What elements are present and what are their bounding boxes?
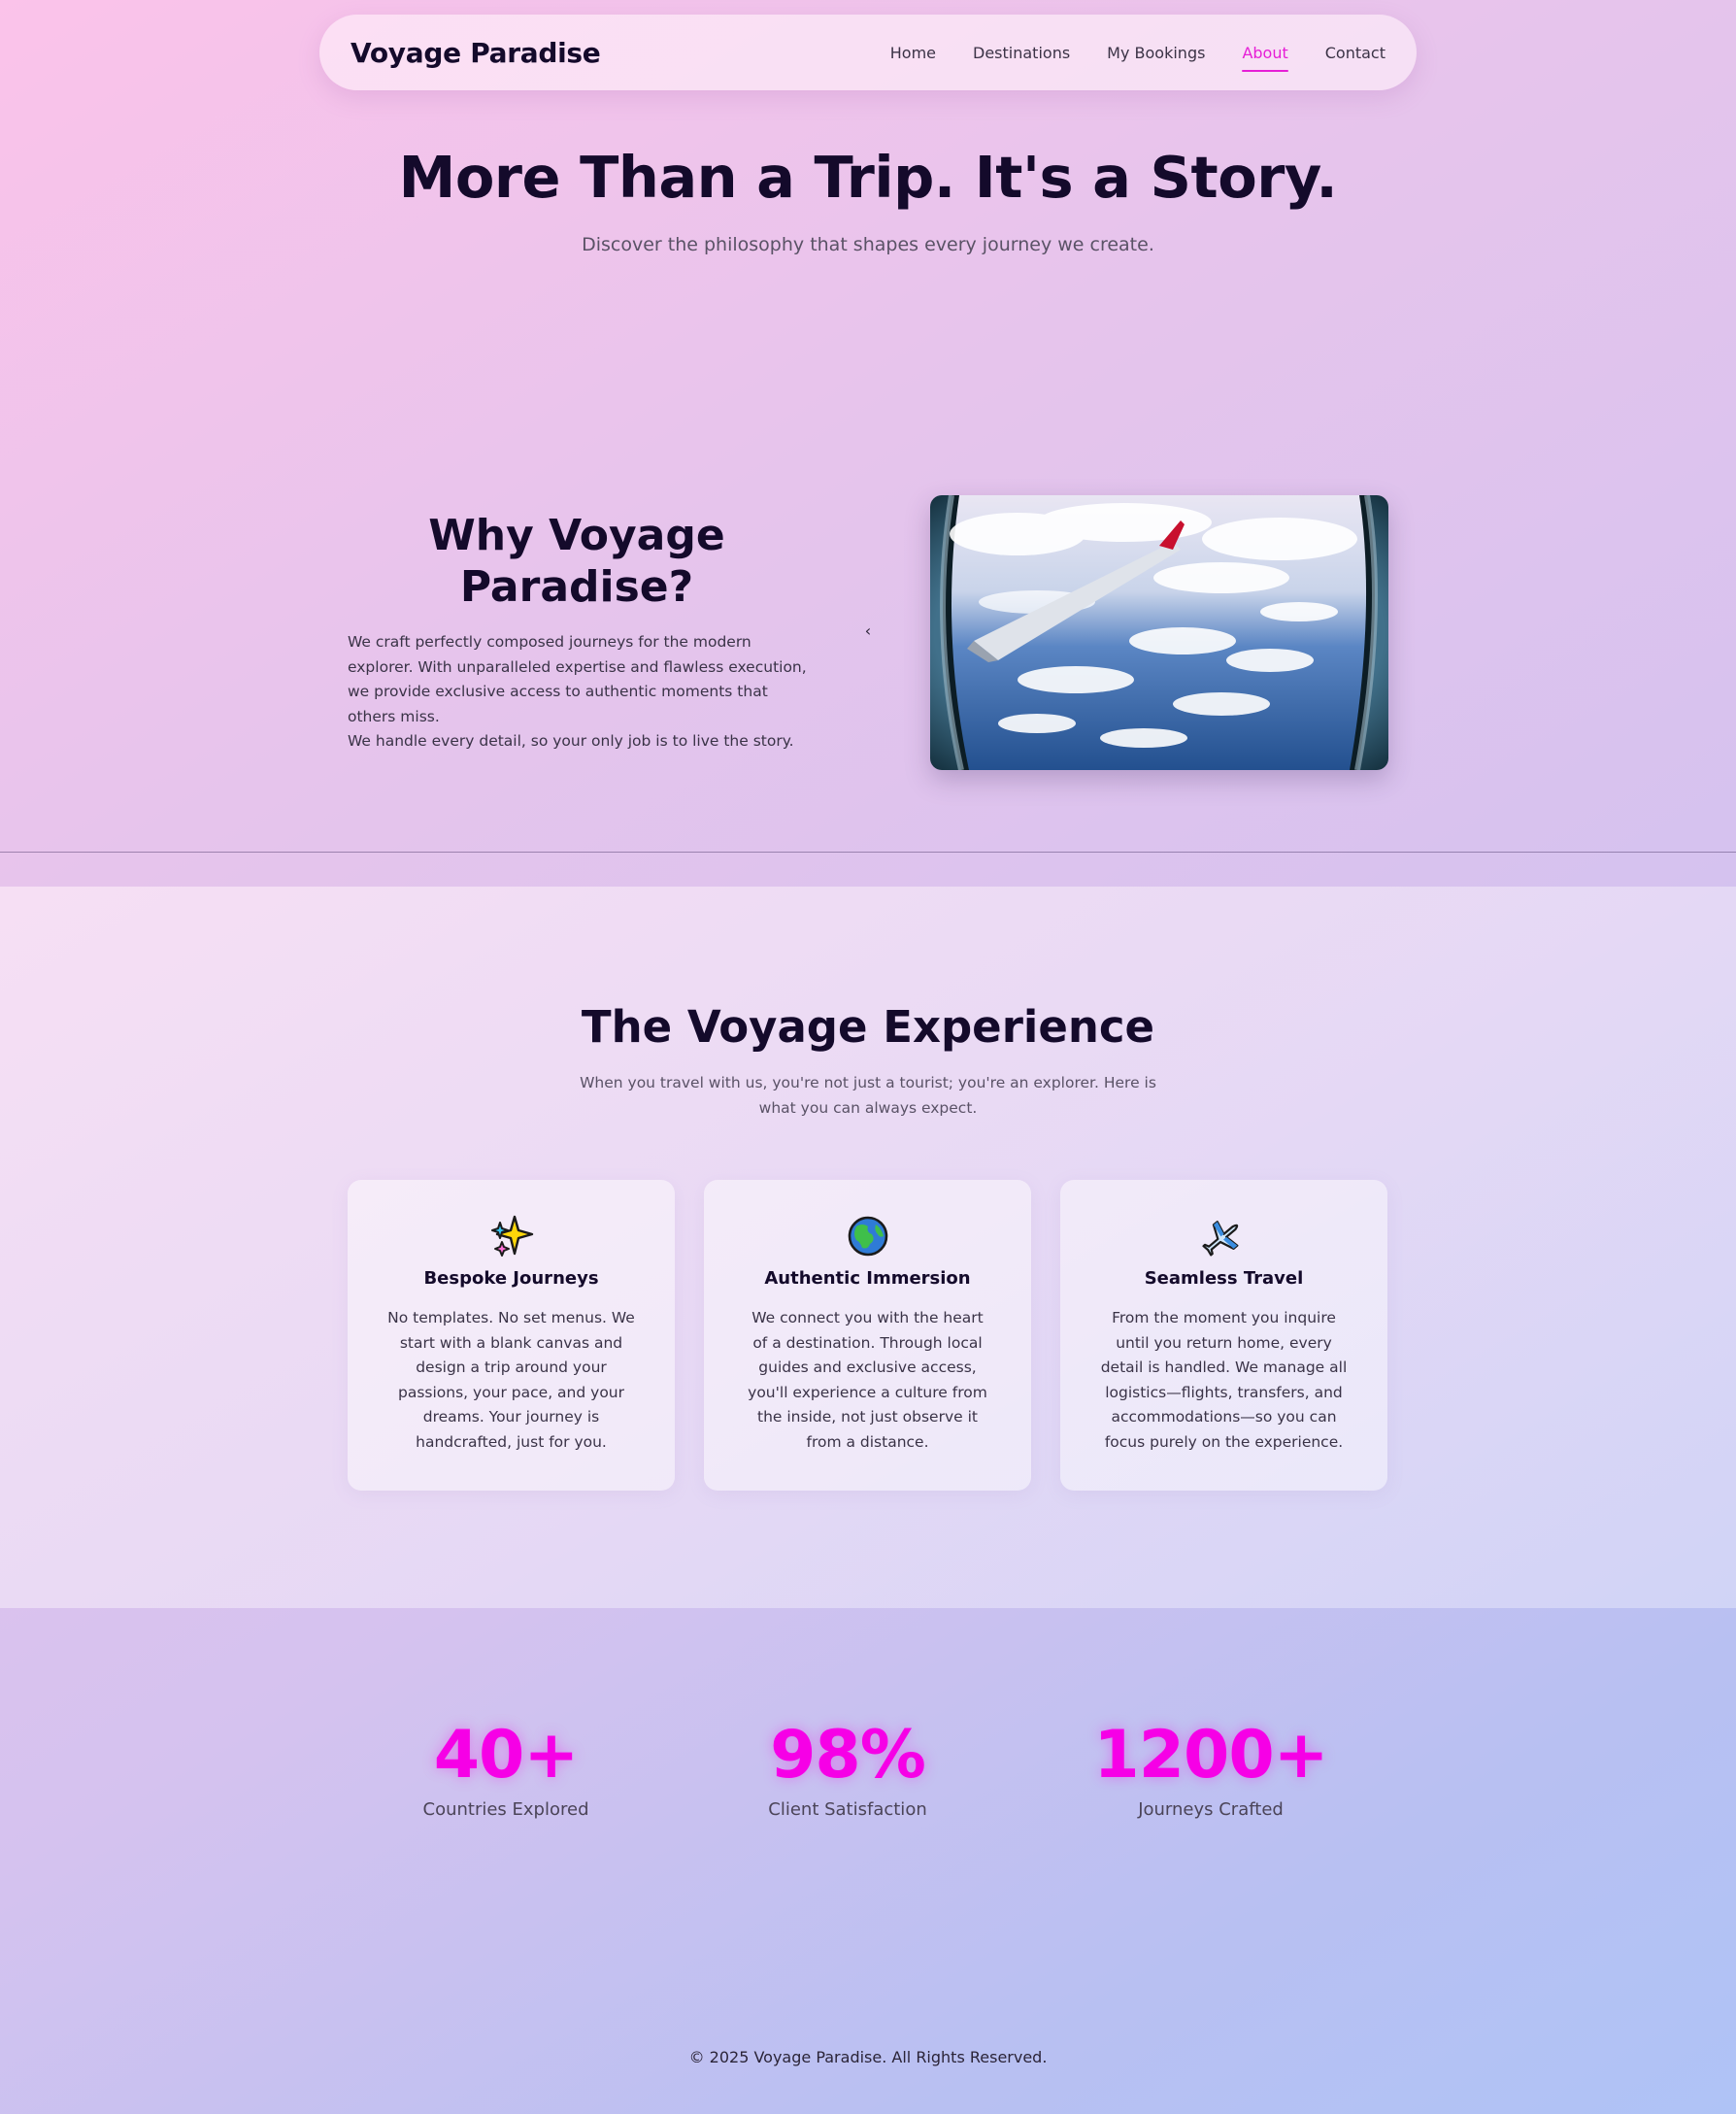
stat-journeys: 1200+ Journeys Crafted bbox=[1055, 1714, 1366, 1820]
brand-logo[interactable]: Voyage Paradise bbox=[351, 37, 601, 69]
chevron-left-icon: ‹ bbox=[864, 621, 872, 640]
stat-value: 1200+ bbox=[1093, 1717, 1328, 1794]
nav-link-destinations[interactable]: Destinations bbox=[973, 38, 1070, 68]
why-text: We craft perfectly composed journeys for… bbox=[348, 630, 809, 755]
why-title: Why Voyage Paradise? bbox=[428, 511, 725, 612]
stat-countries: 40+ Countries Explored bbox=[351, 1714, 661, 1820]
hero-subtitle: Discover the philosophy that shapes ever… bbox=[582, 234, 1154, 255]
nav-link-about[interactable]: About bbox=[1242, 38, 1289, 72]
stat-satisfaction: 98% Client Satisfaction bbox=[692, 1714, 1003, 1820]
section-divider bbox=[0, 852, 1736, 853]
experience-title: The Voyage Experience bbox=[581, 1001, 1155, 1053]
nav-link-my-bookings[interactable]: My Bookings bbox=[1107, 38, 1205, 68]
stat-value: 40+ bbox=[433, 1717, 580, 1794]
card-text: We connect you with the heart of a desti… bbox=[748, 1309, 987, 1451]
carousel-prev-button[interactable]: ‹ bbox=[859, 620, 877, 643]
stat-label: Journeys Crafted bbox=[1138, 1799, 1284, 1820]
hero-title: More Than a Trip. It's a Story. bbox=[398, 144, 1338, 211]
why-paragraph-2: We handle every detail, so your only job… bbox=[348, 732, 794, 751]
nav-link-contact[interactable]: Contact bbox=[1325, 38, 1385, 68]
stat-label: Client Satisfaction bbox=[768, 1799, 927, 1820]
card-text: No templates. No set menus. We start wit… bbox=[387, 1309, 635, 1451]
feature-card-seamless: Seamless Travel From the moment you inqu… bbox=[1060, 1180, 1387, 1491]
nav-links: Home Destinations My Bookings About Cont… bbox=[890, 38, 1385, 72]
feature-card-immersion: Authentic Immersion We connect you with … bbox=[704, 1180, 1031, 1491]
footer-copyright: © 2025 Voyage Paradise. All Rights Reser… bbox=[688, 2048, 1048, 2066]
stat-label: Countries Explored bbox=[422, 1799, 589, 1820]
airplane-window-photo bbox=[930, 495, 1388, 770]
navbar: Voyage Paradise Home Destinations My Boo… bbox=[319, 15, 1417, 90]
card-title: Authentic Immersion bbox=[764, 1268, 971, 1289]
feature-card-bespoke: Bespoke Journeys No templates. No set me… bbox=[348, 1180, 675, 1491]
stat-value: 98% bbox=[770, 1717, 926, 1794]
airplane-icon bbox=[1060, 1215, 1387, 1258]
card-text: From the moment you inquire until you re… bbox=[1100, 1309, 1348, 1451]
nav-link-home[interactable]: Home bbox=[890, 38, 936, 68]
experience-section: The Voyage Experience When you travel wi… bbox=[0, 887, 1736, 1608]
experience-subtitle: When you travel with us, you're not just… bbox=[580, 1074, 1156, 1117]
sparkles-icon bbox=[348, 1215, 675, 1258]
card-title: Bespoke Journeys bbox=[423, 1268, 599, 1289]
why-paragraph-1: We craft perfectly composed journeys for… bbox=[348, 633, 807, 725]
card-title: Seamless Travel bbox=[1144, 1268, 1304, 1289]
globe-icon bbox=[704, 1215, 1031, 1258]
